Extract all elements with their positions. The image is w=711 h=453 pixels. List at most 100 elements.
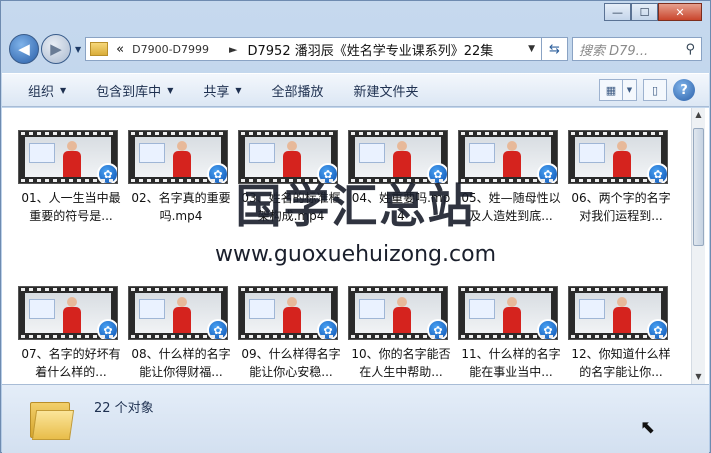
video-thumbnail: ✿ — [568, 130, 668, 184]
folder-icon — [90, 42, 109, 56]
organize-menu[interactable]: 组织 ▼ — [28, 81, 66, 100]
breadcrumb-crumb-2[interactable]: D7952 潘羽辰《姓名学专业课系列》22集 — [248, 40, 494, 59]
chevron-down-icon: ▼ — [60, 85, 67, 95]
view-dropdown-button[interactable]: ▼ — [623, 79, 637, 101]
breadcrumb-separator[interactable]: ► — [229, 43, 237, 56]
breadcrumb-crumb-1[interactable]: D7900-D7999 — [132, 43, 209, 56]
file-item[interactable]: ✿ 06、两个字的名字对我们运程到... — [568, 130, 674, 225]
share-menu[interactable]: 共享 ▼ — [203, 81, 241, 100]
chevron-down-icon: ▼ — [167, 85, 174, 95]
help-icon: ? — [680, 82, 688, 98]
mouse-cursor-icon: ⬉ — [640, 417, 656, 438]
view-controls: ▦ ▼ ▯ ? — [599, 79, 695, 101]
file-item[interactable]: ✿ 09、什么样得名字能让你心安稳... — [238, 286, 344, 381]
file-name: 10、你的名字能否在人生中帮助... — [351, 347, 451, 379]
film-reel-icon: ✿ — [207, 163, 227, 183]
file-item[interactable]: ✿ 01、人一生当中最重要的符号是... — [18, 130, 124, 225]
file-item[interactable]: ✿ 07、名字的好坏有着什么样的... — [18, 286, 124, 381]
scroll-down-icon[interactable]: ▼ — [692, 370, 705, 384]
close-button[interactable]: ✕ — [658, 3, 702, 21]
item-count: 22 个对象 — [94, 401, 154, 416]
video-thumbnail: ✿ — [568, 286, 668, 340]
film-reel-icon: ✿ — [647, 163, 667, 183]
film-reel-icon: ✿ — [97, 163, 117, 183]
file-list: ✿ 01、人一生当中最重要的符号是... ✿ 02、名字真的重要吗.mp4 ✿ … — [2, 108, 709, 384]
video-thumbnail: ✿ — [128, 130, 228, 184]
address-dropdown-icon[interactable]: ▼ — [528, 44, 535, 54]
preview-pane-icon: ▯ — [651, 83, 659, 97]
file-name: 07、名字的好坏有着什么样的... — [21, 347, 121, 379]
film-reel-icon: ✿ — [317, 319, 337, 339]
search-placeholder: 搜索 D79... — [579, 43, 649, 59]
file-name: 08、什么样的名字能让你得财福... — [131, 347, 231, 379]
refresh-button[interactable]: ⇆ — [542, 37, 568, 61]
chevron-down-icon: ▼ — [626, 86, 633, 94]
address-row: ◀ ▶ ▼ « D7900-D7999 ► D7952 潘羽辰《姓名学专业课系列… — [9, 33, 702, 65]
file-name: 03、姓名的标准框架构成.mp4 — [241, 191, 341, 223]
chevron-down-icon: ▼ — [235, 85, 242, 95]
organize-label: 组织 — [28, 84, 55, 100]
file-item[interactable]: ✿ 04、姓重要吗.mp4 — [348, 130, 454, 225]
new-folder-button[interactable]: 新建文件夹 — [354, 81, 419, 100]
include-label: 包含到库中 — [96, 84, 162, 100]
file-item[interactable]: ✿ 12、你知道什么样的名字能让你... — [568, 286, 674, 381]
file-name: 01、人一生当中最重要的符号是... — [21, 191, 121, 223]
video-thumbnail: ✿ — [458, 286, 558, 340]
search-icon[interactable]: ⚲ — [685, 42, 695, 57]
watermark-url: www.guoxuehuizong.com — [214, 242, 497, 267]
details-pane: 22 个对象 — [2, 384, 709, 453]
film-reel-icon: ✿ — [537, 319, 557, 339]
history-dropdown-icon[interactable]: ▼ — [75, 45, 81, 54]
refresh-icon: ⇆ — [549, 41, 560, 57]
caption-buttons: — ☐ ✕ — [604, 3, 702, 21]
arrow-right-icon: ▶ — [50, 40, 62, 58]
explorer-window: — ☐ ✕ ◀ ▶ ▼ « D7900-D7999 ► D7952 潘羽辰《姓名… — [0, 0, 711, 453]
file-item[interactable]: ✿ 05、姓—随母性以及人造姓到底... — [458, 130, 564, 225]
scroll-up-icon[interactable]: ▲ — [692, 108, 705, 122]
video-thumbnail: ✿ — [458, 130, 558, 184]
arrow-left-icon: ◀ — [18, 40, 30, 58]
film-reel-icon: ✿ — [207, 319, 227, 339]
search-input[interactable]: 搜索 D79... ⚲ — [572, 37, 702, 61]
video-thumbnail: ✿ — [128, 286, 228, 340]
forward-button[interactable]: ▶ — [41, 34, 71, 64]
film-reel-icon: ✿ — [537, 163, 557, 183]
new-folder-label: 新建文件夹 — [353, 84, 419, 100]
help-button[interactable]: ? — [673, 79, 695, 101]
change-view-button[interactable]: ▦ — [599, 79, 623, 101]
film-reel-icon: ✿ — [427, 163, 447, 183]
vertical-scrollbar[interactable]: ▲ ▼ — [691, 108, 705, 384]
video-thumbnail: ✿ — [238, 286, 338, 340]
file-item[interactable]: ✿ 10、你的名字能否在人生中帮助... — [348, 286, 454, 381]
file-item[interactable]: ✿ 02、名字真的重要吗.mp4 — [128, 130, 234, 225]
back-button[interactable]: ◀ — [9, 34, 39, 64]
scrollbar-thumb[interactable] — [693, 128, 704, 246]
file-item[interactable]: ✿ 11、什么样的名字能在事业当中... — [458, 286, 564, 381]
file-name: 06、两个字的名字对我们运程到... — [571, 191, 671, 223]
breadcrumb-overflow[interactable]: « — [116, 42, 124, 57]
file-name: 05、姓—随母性以及人造姓到底... — [461, 191, 561, 223]
view-icon: ▦ — [605, 83, 617, 97]
include-in-library-menu[interactable]: 包含到库中 ▼ — [96, 81, 173, 100]
video-thumbnail: ✿ — [18, 286, 118, 340]
film-reel-icon: ✿ — [647, 319, 667, 339]
maximize-button[interactable]: ☐ — [631, 3, 658, 21]
file-name: 11、什么样的名字能在事业当中... — [461, 347, 561, 379]
share-label: 共享 — [203, 84, 230, 100]
file-name: 04、姓重要吗.mp4 — [351, 191, 451, 223]
film-reel-icon: ✿ — [317, 163, 337, 183]
address-bar[interactable]: « D7900-D7999 ► D7952 潘羽辰《姓名学专业课系列》22集 ▼ — [85, 37, 542, 61]
video-thumbnail: ✿ — [348, 286, 448, 340]
film-reel-icon: ✿ — [97, 319, 117, 339]
file-item[interactable]: ✿ 08、什么样的名字能让你得财福... — [128, 286, 234, 381]
minimize-button[interactable]: — — [604, 3, 631, 21]
folder-icon — [30, 398, 75, 440]
preview-pane-button[interactable]: ▯ — [643, 79, 667, 101]
command-bar: 组织 ▼ 包含到库中 ▼ 共享 ▼ 全部播放 新建文件夹 ▦ ▼ ▯ ? — [2, 73, 709, 107]
video-thumbnail: ✿ — [348, 130, 448, 184]
play-all-button[interactable]: 全部播放 — [272, 81, 324, 100]
file-name: 09、什么样得名字能让你心安稳... — [241, 347, 341, 379]
file-name: 12、你知道什么样的名字能让你... — [571, 347, 671, 379]
file-item[interactable]: ✿ 03、姓名的标准框架构成.mp4 — [238, 130, 344, 225]
file-name: 02、名字真的重要吗.mp4 — [131, 191, 231, 223]
